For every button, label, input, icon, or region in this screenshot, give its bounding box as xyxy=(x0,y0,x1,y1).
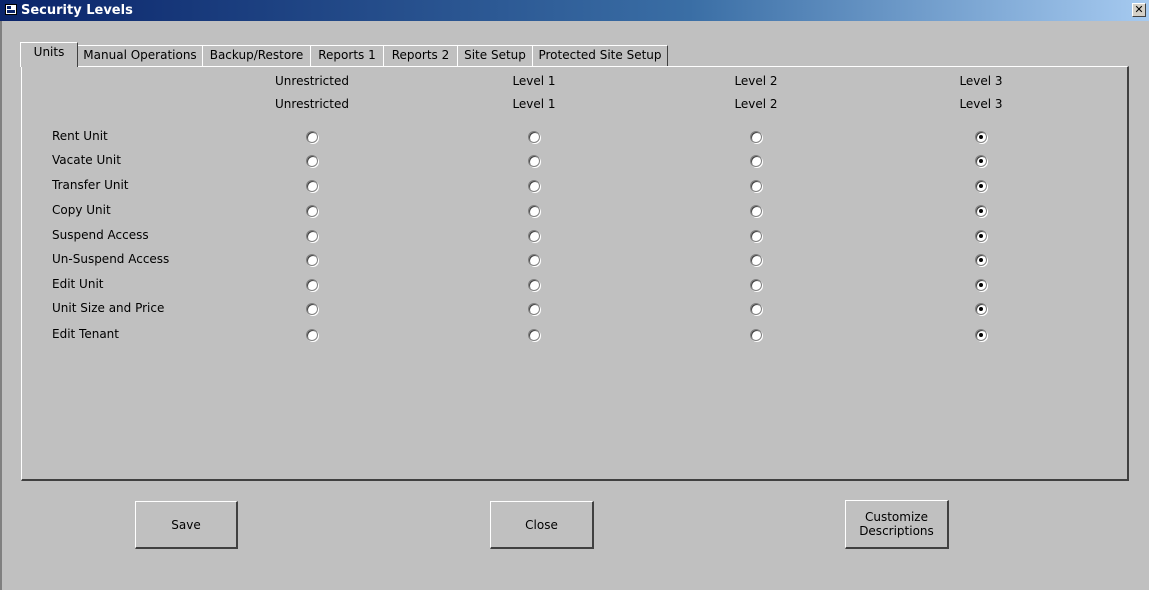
save-button[interactable]: Save xyxy=(135,501,238,549)
tab-reports-1[interactable]: Reports 1 xyxy=(310,45,384,66)
title-bar: Security Levels ✕ xyxy=(0,0,1149,21)
form-icon xyxy=(5,4,17,15)
tab-manual-operations[interactable]: Manual Operations xyxy=(77,45,203,66)
tab-units[interactable]: Units xyxy=(20,42,78,67)
customize-descriptions-button[interactable]: Customize Descriptions xyxy=(845,500,949,549)
window-border xyxy=(0,21,2,590)
units-tab-panel xyxy=(21,66,1129,481)
tab-site-setup[interactable]: Site Setup xyxy=(457,45,533,66)
tab-protected-site-setup[interactable]: Protected Site Setup xyxy=(532,45,668,66)
tab-backup-restore[interactable]: Backup/Restore xyxy=(202,45,311,66)
close-button[interactable]: Close xyxy=(490,501,594,549)
close-icon[interactable]: ✕ xyxy=(1132,3,1146,17)
window-title: Security Levels xyxy=(21,3,133,18)
tab-reports-2[interactable]: Reports 2 xyxy=(383,45,458,66)
